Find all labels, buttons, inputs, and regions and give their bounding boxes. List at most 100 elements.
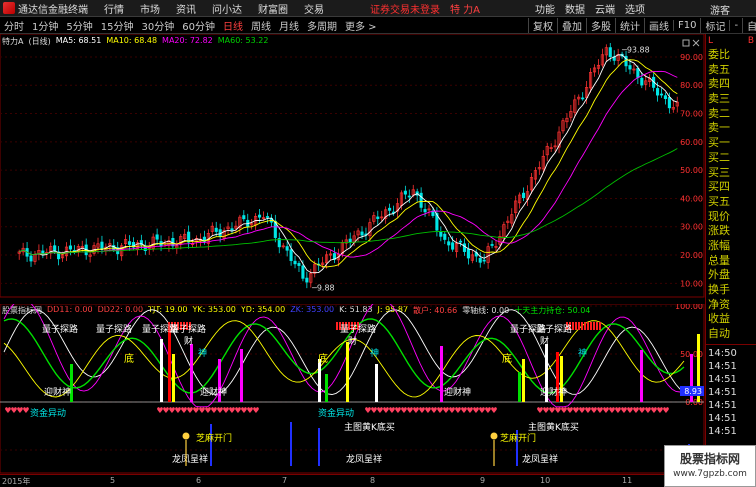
- label-welcome-god: 迎财神: [444, 386, 471, 398]
- candle-body: [293, 260, 297, 265]
- label-money-flow: 资金异动: [318, 407, 354, 419]
- candle-body: [581, 97, 585, 100]
- side-item: 卖二: [708, 106, 730, 120]
- current-value-label: 8.93: [684, 387, 702, 396]
- candle-body: [214, 227, 218, 232]
- candle-body: [466, 248, 470, 259]
- tool-duogu[interactable]: 多股: [586, 18, 615, 33]
- ind-tick-label: 100.00: [675, 304, 703, 311]
- candlestick-chart-area[interactable]: 特力A (日线) MA5: 68.51 MA10: 68.48 MA20: 72…: [0, 34, 705, 298]
- period-weekly[interactable]: 周线: [247, 18, 275, 33]
- signal-bar: [240, 349, 243, 402]
- menu-item-jiaoyi[interactable]: 交易: [296, 1, 332, 16]
- tool-biaoji[interactable]: 标记: [700, 18, 729, 33]
- side-item: 净资: [708, 297, 730, 311]
- side-time: 14:50: [708, 347, 737, 359]
- tool-huaxian[interactable]: 画线: [644, 18, 673, 33]
- candle-body: [443, 233, 447, 240]
- price-tick-label: 40.00: [680, 194, 703, 203]
- label-wealth: 财: [348, 335, 357, 347]
- indicator-svg: 100.0050.000.00-50.00♥♥♥♥♥♥♥♥♥♥♥♥♥♥♥♥♥♥♥…: [0, 304, 705, 474]
- tool-f10[interactable]: F10: [673, 20, 700, 31]
- menu-item-shuju[interactable]: 数据: [560, 1, 590, 16]
- menu-item-zixun[interactable]: 资讯: [168, 1, 204, 16]
- period-fenshi[interactable]: 分时: [0, 18, 28, 33]
- red-flag-strip: [572, 322, 574, 330]
- label-welcome-god: 迎财神: [44, 386, 71, 398]
- candle-body: [301, 265, 305, 279]
- stock-title: 特 力A: [450, 4, 481, 16]
- tool-minus[interactable]: -: [729, 20, 742, 31]
- watermark-title: 股票指标网: [679, 452, 740, 466]
- side-time: 14:51: [708, 412, 737, 424]
- side-item: 卖五: [708, 62, 730, 76]
- menu-item-hangqing[interactable]: 行情: [96, 1, 132, 16]
- label-god: 神: [198, 347, 207, 359]
- red-flag-strip: [599, 322, 601, 330]
- chart-tools: 复权 叠加 多股 统计 画线 F10 标记 - 自选: [528, 17, 756, 34]
- maximize-icon: [682, 39, 690, 47]
- x-label-sep: 9: [480, 476, 486, 485]
- side-time: 14:51: [708, 360, 737, 372]
- menu-item-shichang[interactable]: 市场: [132, 1, 168, 16]
- signal-bar: [640, 350, 643, 402]
- period-15min[interactable]: 15分钟: [97, 18, 138, 33]
- period-daily[interactable]: 日线: [219, 18, 247, 33]
- label-main-yellow-k: 主图黄K底买: [528, 421, 579, 433]
- candle-body: [447, 241, 451, 246]
- tool-zixuan[interactable]: 自选: [742, 18, 756, 33]
- x-label-jul: 7: [282, 476, 288, 485]
- side-header: L B: [706, 34, 756, 48]
- period-monthly[interactable]: 月线: [275, 18, 303, 33]
- price-tick-label: 20.00: [680, 251, 703, 260]
- period-5min[interactable]: 5分钟: [62, 18, 96, 33]
- menu-item-yunduan[interactable]: 云端: [590, 1, 620, 16]
- menu-item-caifuquan[interactable]: 财富圈: [250, 1, 296, 16]
- period-30min[interactable]: 30分钟: [137, 18, 178, 33]
- period-multi[interactable]: 多周期: [303, 18, 341, 33]
- side-item: 外盘: [708, 268, 730, 282]
- side-item: 换手: [708, 283, 730, 296]
- price-tick-label: 80.00: [680, 81, 703, 90]
- tool-fuquan[interactable]: 复权: [528, 18, 557, 33]
- label-money-flow: 资金异动: [30, 407, 66, 419]
- sesame-marker-icon: [182, 432, 190, 440]
- guest-login[interactable]: 游客: [710, 2, 730, 17]
- menu-item-wenxiaoda[interactable]: 问小达: [204, 1, 250, 16]
- side-time: 14:51: [708, 399, 737, 411]
- side-item: 收益: [708, 312, 730, 326]
- app-title: 通达信金融终端: [18, 4, 88, 16]
- period-60min[interactable]: 60分钟: [178, 18, 219, 33]
- period-more[interactable]: 更多 >: [341, 18, 381, 33]
- menu-item-gongneng[interactable]: 功能: [530, 1, 560, 16]
- candle-body: [53, 245, 57, 252]
- candle-body: [608, 47, 612, 58]
- candle-body: [462, 243, 467, 252]
- low-price-label: ─9.88: [311, 283, 335, 292]
- tool-tongji[interactable]: 统计: [615, 18, 644, 33]
- signal-bar: [160, 339, 163, 402]
- red-flag-strip: [593, 322, 595, 330]
- candle-body: [360, 231, 364, 236]
- quote-side-panel: L B 委比 卖五 卖四 卖三 卖二 卖一 买一 买二 买三 买四 买五 现价 涨跌 涨幅 总量 外盘 换手 净资…: [705, 34, 756, 487]
- x-label-year: 2015年: [2, 477, 31, 486]
- label-main-yellow-k: 主图黄K底买: [344, 421, 395, 433]
- signal-bar: [190, 344, 193, 402]
- candle-body: [289, 249, 293, 261]
- price-tick-label: 30.00: [680, 223, 703, 232]
- side-item: 委比: [708, 48, 730, 61]
- side-item: 买五: [708, 194, 730, 208]
- tool-diejia[interactable]: 叠加: [557, 18, 586, 33]
- candle-body: [388, 207, 392, 211]
- candle-body: [482, 259, 486, 262]
- candle-body: [155, 234, 159, 240]
- label-dragon-phoenix: 龙凤呈祥: [346, 453, 382, 465]
- indicator-chart-area[interactable]: 股票指标网 DD11: 0.00 DD22: 0.00 TJT: 19.00 Y…: [0, 304, 705, 474]
- watermark-logo: 股票指标网 www.7gpzb.com: [664, 445, 756, 487]
- heart-marker: ♥: [22, 406, 29, 415]
- label-wealth: 财: [184, 335, 193, 347]
- menu-item-xuanxiang[interactable]: 选项: [620, 1, 650, 16]
- heart-marker: ♥: [662, 406, 669, 415]
- period-1min[interactable]: 1分钟: [28, 18, 62, 33]
- login-status[interactable]: 证券交易未登录: [370, 1, 440, 16]
